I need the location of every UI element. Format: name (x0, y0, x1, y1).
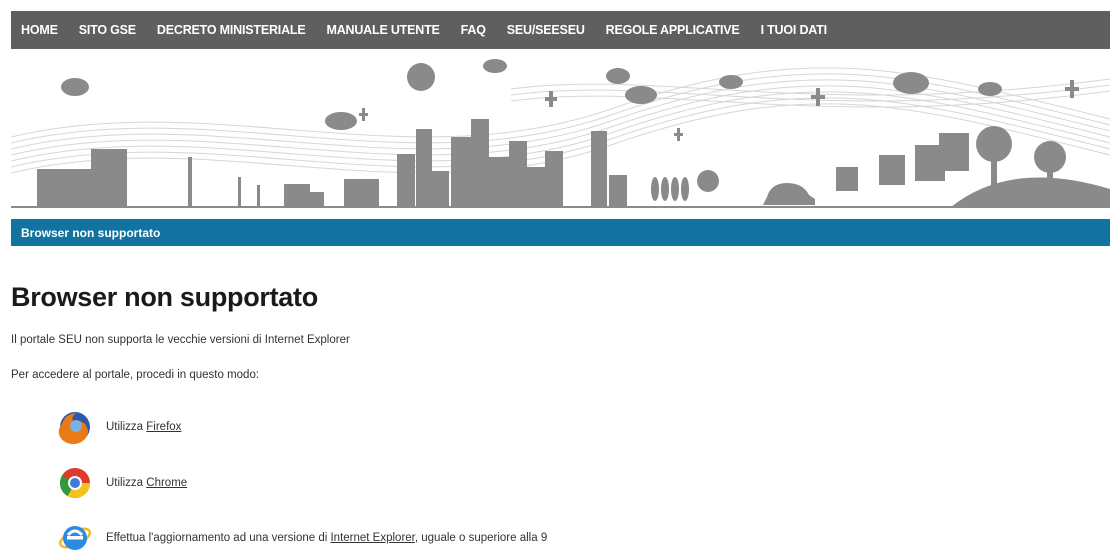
option-firefox-prefix: Utilizza (106, 421, 147, 433)
breadcrumb-bar: Browser non supportato (11, 219, 1110, 246)
option-ie-prefix: Effettua l'aggiornamento ad una versione… (106, 532, 331, 544)
intro-text: Il portale SEU non supporta le vecchie v… (11, 334, 350, 346)
nav-home[interactable]: HOME (21, 23, 58, 37)
breadcrumb-current: Browser non supportato (21, 225, 161, 240)
internet-explorer-link[interactable]: Internet Explorer (330, 532, 414, 544)
nav-decreto-ministeriale[interactable]: DECRETO MINISTERIALE (157, 23, 306, 37)
nav-faq[interactable]: FAQ (461, 23, 486, 37)
nav-seu-seeseu[interactable]: SEU/SEESEU (507, 23, 585, 37)
firefox-link[interactable]: Firefox (146, 421, 181, 433)
instructions-text: Per accedere al portale, procedi in ques… (11, 369, 260, 381)
option-firefox: Utilizza Firefox (58, 410, 181, 444)
chrome-icon (59, 468, 90, 499)
nav-i-tuoi-dati[interactable]: I TUOI DATI (761, 23, 828, 37)
internet-explorer-icon (58, 526, 92, 550)
option-chrome: Utilizza Chrome (58, 466, 187, 500)
firefox-icon (58, 412, 90, 444)
option-ie-suffix: , uguale o superiore alla 9 (414, 532, 548, 544)
chrome-link[interactable]: Chrome (146, 477, 187, 489)
top-nav: HOME SITO GSE DECRETO MINISTERIALE MANUA… (11, 11, 1110, 49)
header-banner-illustration (11, 49, 1110, 219)
option-internet-explorer: Effettua l'aggiornamento ad una versione… (58, 521, 547, 554)
nav-sito-gse[interactable]: SITO GSE (79, 23, 136, 37)
option-chrome-prefix: Utilizza (106, 477, 147, 489)
nav-manuale-utente[interactable]: MANUALE UTENTE (326, 23, 439, 37)
nav-regole-applicative[interactable]: REGOLE APPLICATIVE (606, 23, 740, 37)
page-title: Browser non supportato (11, 282, 318, 312)
